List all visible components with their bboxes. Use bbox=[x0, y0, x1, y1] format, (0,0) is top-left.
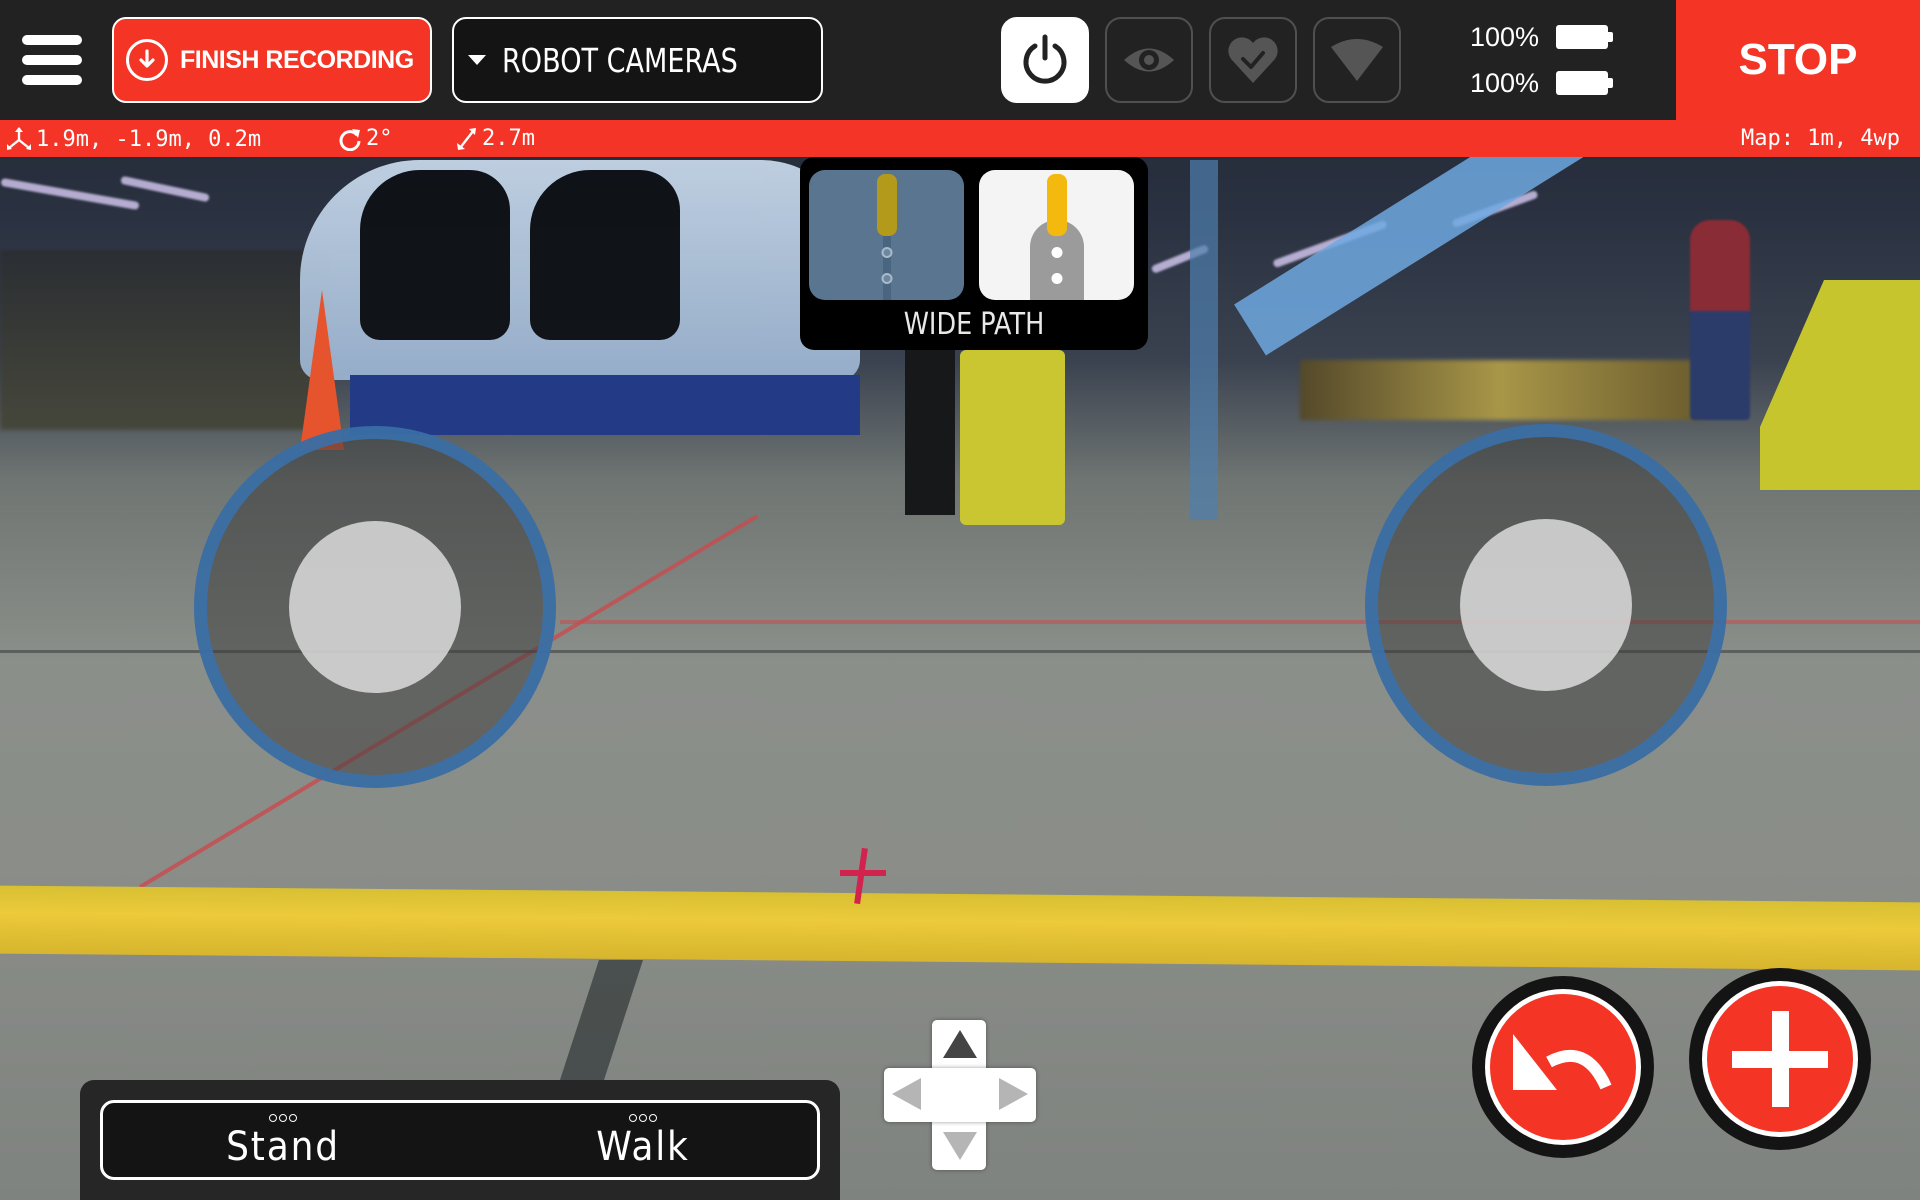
distance-icon bbox=[457, 127, 476, 150]
person bbox=[1690, 220, 1750, 420]
right-joystick-knob[interactable] bbox=[1460, 519, 1632, 691]
battery-row-2: 100% bbox=[1470, 60, 1650, 106]
right-arrow-icon[interactable] bbox=[999, 1078, 1028, 1110]
undo-button-face bbox=[1490, 994, 1636, 1140]
camera-source-dropdown[interactable]: ROBOT CAMERAS bbox=[452, 17, 823, 103]
robot-icon bbox=[876, 174, 897, 236]
map-readout: Map: 1m, 4wp bbox=[1741, 126, 1900, 151]
waypoint-dot bbox=[1051, 273, 1062, 284]
power-button[interactable] bbox=[1001, 17, 1089, 103]
waypoint-dot bbox=[881, 273, 892, 284]
background-equipment bbox=[0, 250, 330, 430]
robot-icon bbox=[1046, 174, 1067, 236]
battery-percent: 100% bbox=[1470, 21, 1540, 52]
up-arrow-icon[interactable] bbox=[943, 1030, 977, 1058]
narrow-lane bbox=[882, 230, 891, 300]
hamburger-menu-icon[interactable] bbox=[20, 32, 84, 88]
add-button-face bbox=[1707, 986, 1853, 1132]
stand-button[interactable]: Stand bbox=[133, 1103, 433, 1177]
path-mode-label: WIDE PATH bbox=[903, 307, 1045, 342]
heart-check-icon bbox=[1228, 37, 1278, 83]
car-window bbox=[530, 170, 680, 340]
mode-selector: Stand Walk bbox=[100, 1100, 820, 1180]
battery-row-1: 100% bbox=[1470, 14, 1650, 60]
finish-recording-label: FINISH RECORDING bbox=[180, 45, 414, 74]
map-value: Map: 1m, 4wp bbox=[1741, 126, 1900, 151]
path-mode-selector: WIDE PATH bbox=[800, 157, 1148, 350]
undo-button-ring bbox=[1485, 989, 1641, 1145]
yellow-floor-stripe bbox=[0, 885, 1920, 971]
pallets bbox=[1300, 360, 1700, 420]
add-waypoint-button[interactable] bbox=[1689, 968, 1871, 1150]
stand-label: Stand bbox=[226, 1124, 340, 1170]
battery-status: 100% 100% bbox=[1470, 14, 1650, 106]
target-marker bbox=[840, 870, 886, 876]
rotation-value: 2° bbox=[366, 126, 393, 151]
traffic-cone bbox=[300, 290, 344, 450]
visibility-button[interactable] bbox=[1105, 17, 1193, 103]
narrow-path-option[interactable] bbox=[809, 170, 964, 300]
waypoint-dot bbox=[1051, 247, 1062, 258]
more-dots-icon bbox=[493, 1111, 793, 1125]
health-button[interactable] bbox=[1209, 17, 1297, 103]
finish-recording-button[interactable]: FINISH RECORDING bbox=[112, 17, 432, 103]
download-circle-icon bbox=[126, 39, 168, 81]
camera-source-value: ROBOT CAMERAS bbox=[502, 40, 738, 80]
pillar bbox=[905, 340, 955, 515]
plus-icon bbox=[1732, 1011, 1828, 1107]
down-arrow-icon[interactable] bbox=[943, 1132, 977, 1160]
waypoint-dot bbox=[881, 247, 892, 258]
add-button-ring bbox=[1702, 981, 1858, 1137]
position-readout: 1.9m, -1.9m, 0.2m bbox=[6, 126, 261, 152]
left-joystick[interactable] bbox=[194, 426, 556, 788]
battery-icon bbox=[1556, 25, 1613, 49]
distance-value: 2.7m bbox=[482, 126, 535, 151]
steel-column bbox=[1190, 160, 1218, 520]
top-toolbar: FINISH RECORDING ROBOT CAMERAS 100% 100%… bbox=[0, 0, 1920, 120]
battery-icon bbox=[1556, 71, 1613, 95]
eye-icon bbox=[1124, 48, 1174, 72]
rotate-icon bbox=[339, 128, 361, 151]
left-joystick-knob[interactable] bbox=[289, 521, 461, 693]
position-value: 1.9m, -1.9m, 0.2m bbox=[36, 126, 262, 152]
more-dots-icon bbox=[133, 1111, 433, 1125]
ceiling-light bbox=[0, 177, 140, 211]
dpad bbox=[884, 1020, 1036, 1172]
yellow-barrier bbox=[1760, 280, 1920, 490]
axes-icon bbox=[7, 127, 31, 150]
rotation-readout: 2° bbox=[338, 126, 393, 151]
battery-percent: 100% bbox=[1470, 67, 1540, 98]
car-stand bbox=[350, 375, 860, 435]
walk-button[interactable]: Walk bbox=[493, 1103, 793, 1177]
caret-down-icon bbox=[468, 55, 486, 65]
telemetry-bar: 1.9m, -1.9m, 0.2m 2° 2.7m Map: 1m, 4wp bbox=[0, 120, 1920, 157]
car-window bbox=[360, 170, 510, 340]
signal-button[interactable] bbox=[1313, 17, 1401, 103]
wifi-signal-icon bbox=[1331, 39, 1383, 81]
undo-button[interactable] bbox=[1472, 976, 1654, 1158]
ceiling-light bbox=[120, 175, 210, 203]
walk-label: Walk bbox=[596, 1124, 690, 1170]
mode-panel: Stand Walk bbox=[80, 1080, 840, 1200]
stop-button[interactable]: STOP bbox=[1676, 0, 1920, 120]
power-icon bbox=[1023, 34, 1067, 84]
car-frame bbox=[300, 160, 860, 380]
left-arrow-icon[interactable] bbox=[892, 1078, 921, 1110]
distance-readout: 2.7m bbox=[456, 126, 535, 151]
undo-arrow-icon bbox=[1513, 1034, 1612, 1090]
wide-path-option[interactable] bbox=[979, 170, 1134, 300]
right-joystick[interactable] bbox=[1365, 424, 1727, 786]
caution-sign bbox=[960, 350, 1065, 525]
